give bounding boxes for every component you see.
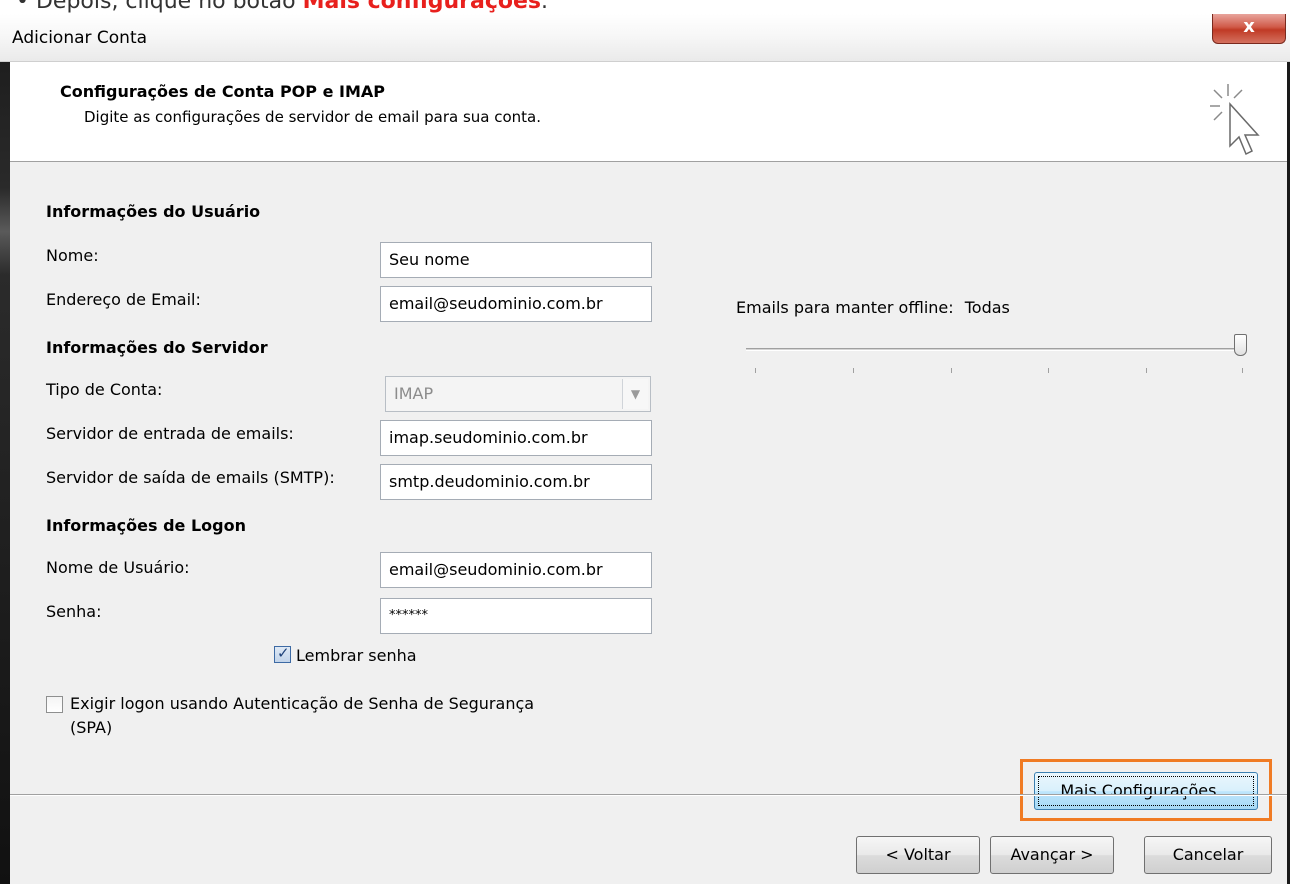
slider-tick bbox=[1146, 368, 1147, 373]
slider-tick bbox=[755, 368, 756, 373]
more-settings-label: Mais Configurações... bbox=[1060, 781, 1232, 800]
outgoing-server-input[interactable]: smtp.deudominio.com.br bbox=[380, 464, 652, 500]
cancel-button[interactable]: Cancelar bbox=[1144, 836, 1272, 874]
spa-checkbox[interactable] bbox=[46, 696, 63, 713]
email-input[interactable]: email@seudominio.com.br bbox=[380, 286, 652, 322]
header-subtitle: Digite as configurações de servidor de e… bbox=[84, 108, 542, 126]
incoming-server-label: Servidor de entrada de emails: bbox=[46, 424, 294, 443]
name-label: Nome: bbox=[46, 246, 99, 265]
remember-password-checkbox[interactable]: ✓ bbox=[274, 644, 291, 663]
username-label: Nome de Usuário: bbox=[46, 558, 190, 577]
dialog-body: Configurações de Conta POP e IMAP Digite… bbox=[10, 62, 1290, 884]
add-account-dialog: Adicionar Conta x Configurações de Conta… bbox=[0, 14, 1290, 884]
caption-suffix: . bbox=[541, 0, 549, 14]
password-label: Senha: bbox=[46, 602, 102, 621]
footer-separator bbox=[10, 794, 1287, 796]
close-button[interactable]: x bbox=[1212, 14, 1286, 44]
slider-tick bbox=[1242, 368, 1243, 373]
incoming-server-input[interactable]: imap.seudominio.com.br bbox=[380, 420, 652, 456]
name-input[interactable]: Seu nome bbox=[380, 242, 652, 278]
offline-value: Todas bbox=[964, 298, 1010, 317]
offline-label-text: Emails para manter offline: bbox=[736, 298, 954, 317]
caption-highlight: Mais configurações bbox=[302, 0, 542, 14]
dialog-header: Configurações de Conta POP e IMAP Digite… bbox=[10, 62, 1287, 162]
account-type-label: Tipo de Conta: bbox=[46, 380, 163, 399]
logon-info-title: Informações de Logon bbox=[46, 516, 246, 535]
slider-tick bbox=[853, 368, 854, 373]
window-title: Adicionar Conta bbox=[12, 28, 148, 48]
back-button[interactable]: < Voltar bbox=[856, 836, 980, 874]
checkmark-icon: ✓ bbox=[277, 644, 290, 662]
username-input[interactable]: email@seudominio.com.br bbox=[380, 552, 652, 588]
chevron-down-icon[interactable]: ▼ bbox=[622, 379, 648, 409]
close-icon: x bbox=[1243, 16, 1255, 37]
header-title: Configurações de Conta POP e IMAP bbox=[60, 82, 385, 101]
offline-slider-thumb[interactable] bbox=[1234, 334, 1247, 356]
offline-label: Emails para manter offline: Todas bbox=[736, 298, 1010, 317]
account-type-value: IMAP bbox=[394, 384, 434, 403]
spa-label-line1[interactable]: Exigir logon usando Autenticação de Senh… bbox=[70, 694, 534, 713]
spa-label-line2[interactable]: (SPA) bbox=[70, 718, 112, 737]
offline-slider-track[interactable] bbox=[746, 348, 1246, 351]
slider-tick bbox=[951, 368, 952, 373]
password-input[interactable]: ****** bbox=[380, 598, 652, 634]
caption-prefix: • Depois, clique no botão bbox=[16, 0, 303, 14]
slider-tick bbox=[1048, 368, 1049, 373]
server-info-title: Informações do Servidor bbox=[46, 338, 268, 357]
outgoing-server-label: Servidor de saída de emails (SMTP): bbox=[46, 468, 335, 487]
background-window-edge bbox=[0, 14, 10, 884]
more-settings-button[interactable]: Mais Configurações... bbox=[1034, 772, 1258, 810]
account-type-select[interactable]: IMAP ▼ bbox=[385, 376, 651, 412]
user-info-title: Informações do Usuário bbox=[46, 202, 261, 221]
email-label: Endereço de Email: bbox=[46, 290, 201, 309]
cursor-sparkle-icon bbox=[1210, 84, 1260, 156]
title-bar[interactable]: Adicionar Conta x bbox=[0, 14, 1290, 62]
next-button[interactable]: Avançar > bbox=[990, 836, 1114, 874]
remember-password-label[interactable]: Lembrar senha bbox=[296, 646, 417, 665]
